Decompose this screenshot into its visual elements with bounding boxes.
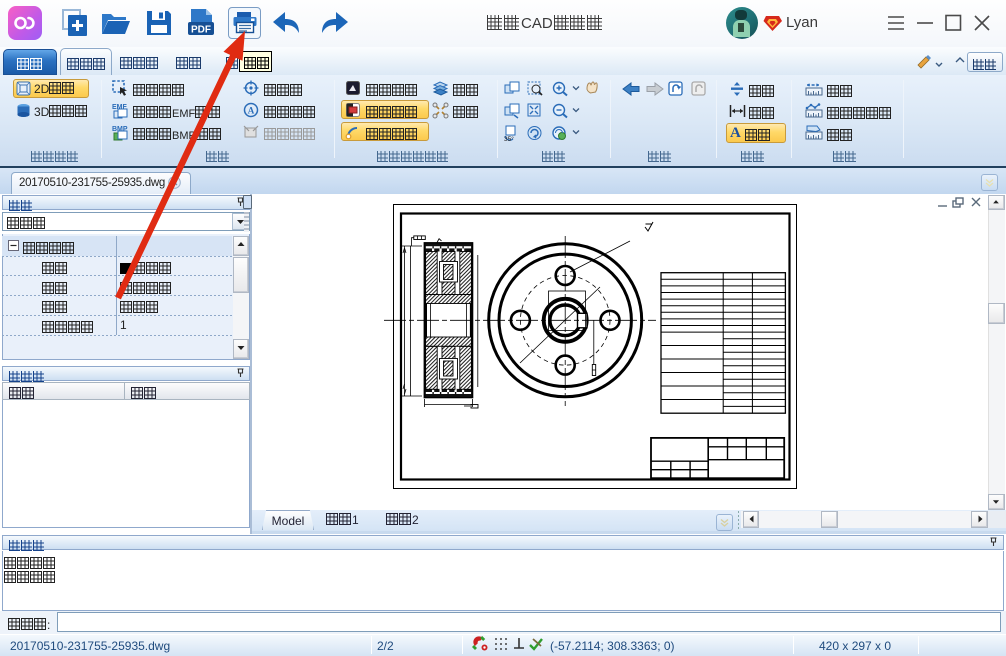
- svg-text:35°: 35°: [504, 135, 514, 141]
